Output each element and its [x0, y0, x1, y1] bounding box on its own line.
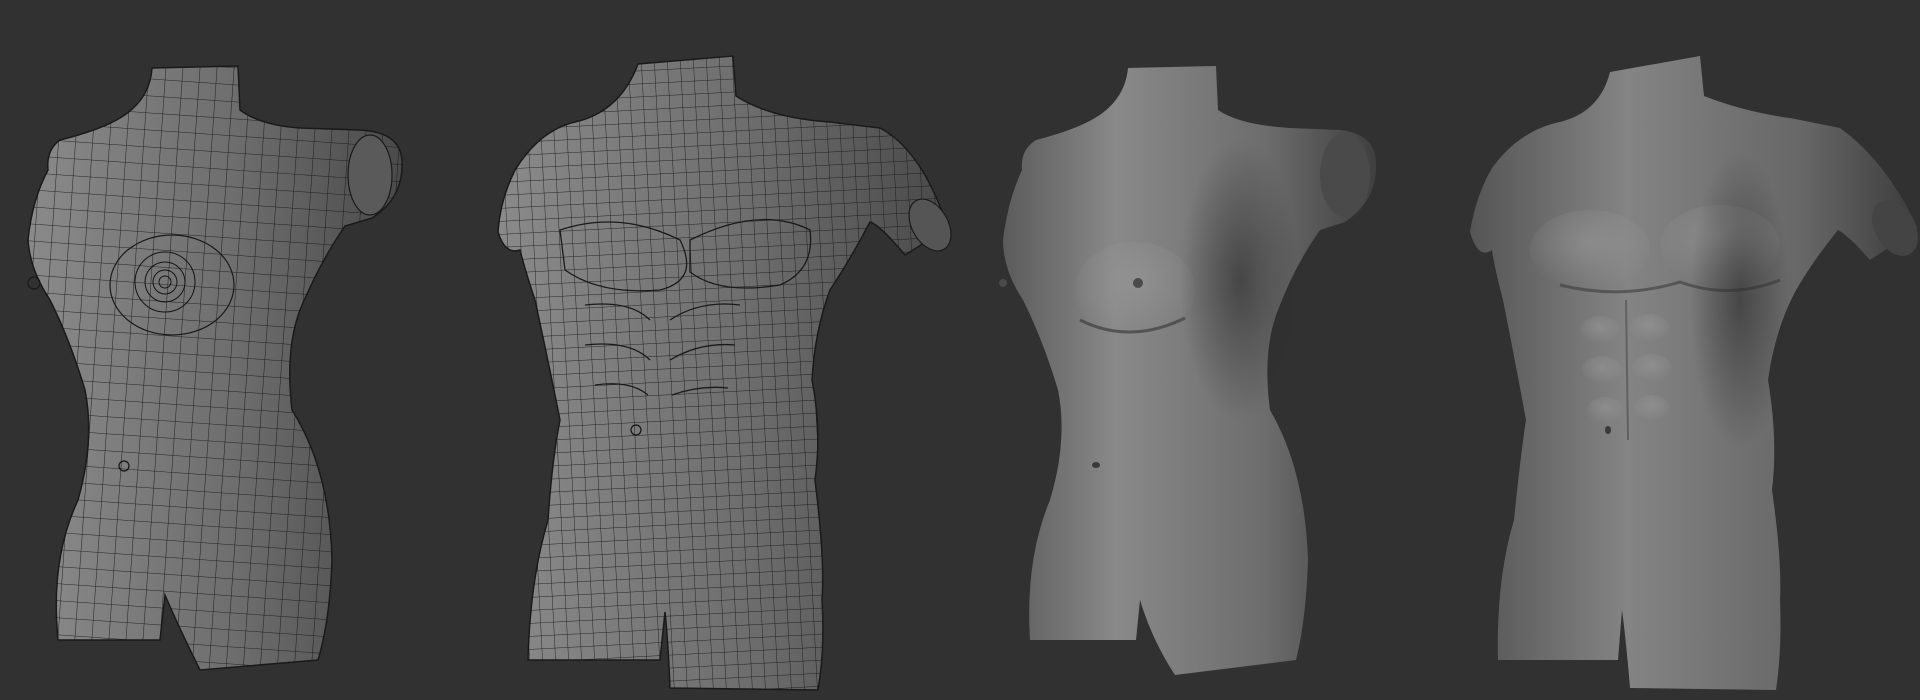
- body-surface: [1003, 66, 1377, 675]
- breast-highlight: [1075, 242, 1195, 338]
- arm-stump: [347, 134, 393, 216]
- side-shadow: [1180, 140, 1300, 420]
- side-nipple: [27, 276, 41, 290]
- render-canvas: [27, 55, 1920, 691]
- male-torso-wireframe[interactable]: [497, 55, 960, 691]
- wire-mesh: [498, 56, 948, 690]
- navel: [1605, 426, 1611, 434]
- body-surface: [1470, 56, 1918, 690]
- side-nipple: [999, 279, 1007, 287]
- nipple: [1133, 278, 1143, 288]
- side-shadow: [1690, 150, 1790, 450]
- navel: [1092, 462, 1100, 468]
- 3d-viewport: [0, 0, 1920, 700]
- arm-stump: [1320, 133, 1370, 217]
- male-torso-shaded[interactable]: [1470, 56, 1920, 690]
- wire-mesh: [28, 66, 403, 670]
- female-torso-shaded[interactable]: [999, 66, 1377, 675]
- female-torso-wireframe[interactable]: [27, 65, 403, 671]
